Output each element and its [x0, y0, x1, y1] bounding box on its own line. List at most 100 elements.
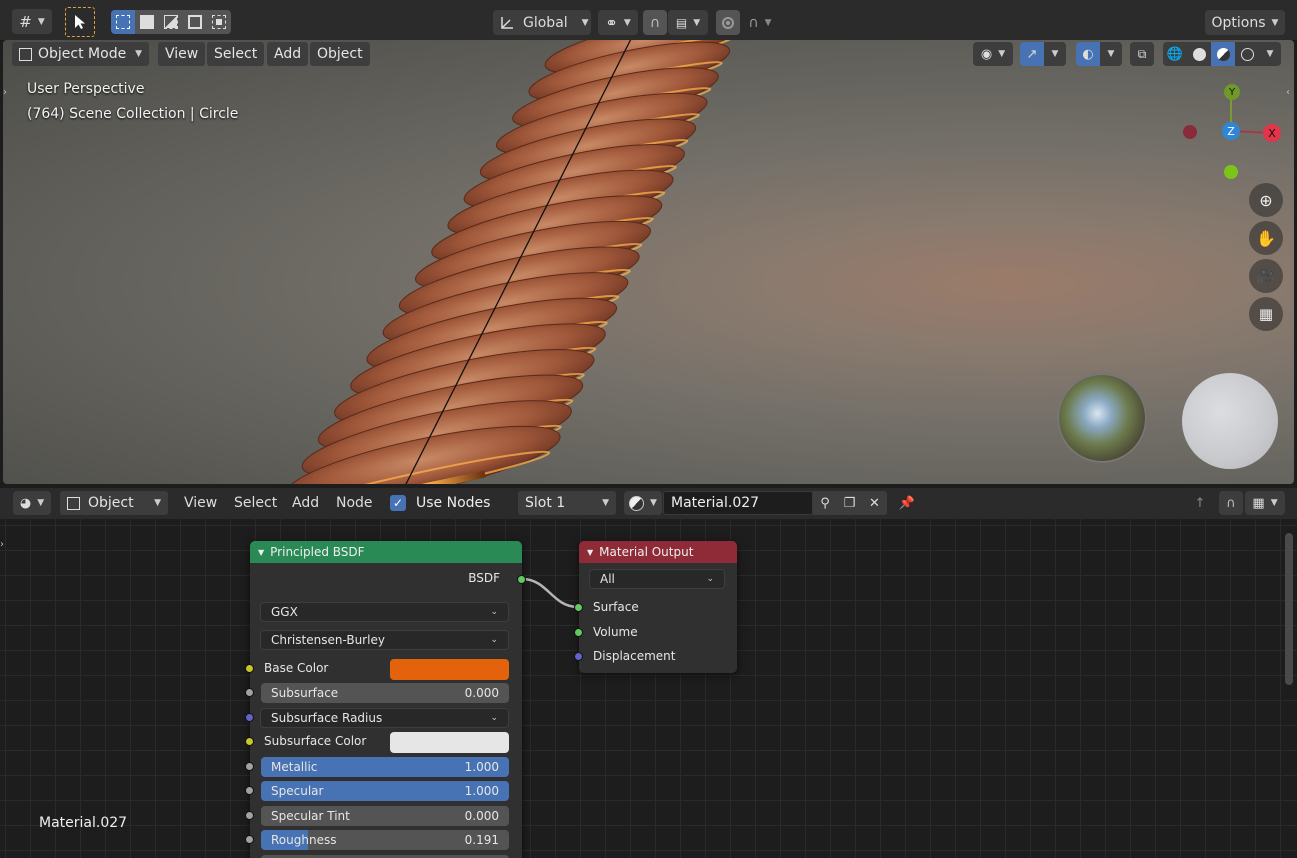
magnet-icon: ∩ [1226, 495, 1236, 511]
subsurface-radius-socket[interactable] [245, 713, 254, 722]
ortho-toggle-button[interactable]: ▦ [1249, 297, 1283, 331]
distribution-dropdown[interactable]: GGX ⌄ [260, 602, 509, 622]
bsdf-output-socket[interactable] [517, 575, 526, 584]
volume-socket[interactable] [574, 628, 583, 637]
viewport-menu-select[interactable]: Select [207, 42, 265, 66]
material-name-field[interactable]: Material.027 [663, 491, 813, 515]
base-color-label: Base Color [264, 661, 329, 675]
proportional-edit-toggle[interactable] [716, 10, 740, 35]
shading-rendered[interactable] [1235, 42, 1259, 66]
gizmo-x-axis[interactable]: X [1263, 124, 1281, 142]
surface-socket[interactable] [574, 603, 583, 612]
overlays-toggle[interactable]: ◐ [1076, 42, 1100, 66]
gizmo-dropdown[interactable]: ▼ [1044, 42, 1066, 66]
subsurface-color-socket[interactable] [245, 737, 254, 746]
output-node-header[interactable]: ▼ Material Output [579, 541, 737, 563]
subsurface-color-label: Subsurface Color [264, 734, 367, 748]
viewport-menu-add[interactable]: Add [267, 42, 309, 66]
node-canvas[interactable]: › ‹ ▼ Principled BSDF BSDF GGX⌄ Christen… [0, 519, 1297, 858]
subsurface-slider[interactable]: Subsurface 0.000 [261, 683, 509, 703]
proportional-falloff-dropdown[interactable]: ∩ ▼ [741, 10, 779, 35]
material-output-node[interactable]: ▼ Material Output All ⌄ Surface Volume Di… [574, 541, 737, 673]
select-tool-button[interactable] [65, 7, 95, 37]
node-menu-node[interactable]: Node [336, 495, 373, 511]
metallic-slider[interactable]: Metallic 1.000 [261, 757, 509, 777]
bsdf-output-label: BSDF [468, 571, 500, 585]
pin-button[interactable]: 📌 [895, 491, 919, 515]
node-menu-add[interactable]: Add [292, 495, 319, 511]
3d-viewport[interactable]: Object Mode ▼ View Select Add Object Use… [3, 40, 1294, 484]
visibility-dropdown[interactable]: ◉ ▼ [973, 42, 1013, 66]
transform-orientation-dropdown[interactable]: Global ▼ [493, 10, 591, 35]
roughness-slider[interactable]: Roughness 0.191 [261, 830, 509, 850]
shading-wireframe[interactable]: 🌐 [1163, 42, 1187, 66]
use-nodes-checkbox[interactable]: ✓ [390, 495, 406, 511]
gizmo-toggle[interactable]: ↗ [1020, 42, 1044, 66]
fake-user-button[interactable]: ⚲ [813, 491, 837, 515]
base-color-socket[interactable] [245, 664, 254, 673]
bsdf-node-title: Principled BSDF [270, 545, 365, 559]
shading-dropdown[interactable]: ▼ [1259, 42, 1281, 66]
slot-dropdown[interactable]: Slot 1 ▼ [518, 491, 616, 515]
subsurface-method-dropdown[interactable]: Christensen-Burley ⌄ [260, 630, 509, 650]
gizmo-z-label: Z [1227, 124, 1235, 138]
gizmo-neg-y-axis[interactable] [1224, 165, 1238, 179]
node-menu-view[interactable]: View [184, 495, 217, 511]
output-target-dropdown[interactable]: All ⌄ [589, 569, 725, 589]
shading-solid[interactable] [1187, 42, 1211, 66]
select-invert-button[interactable] [183, 10, 207, 34]
node-snap-toggle[interactable]: ∩ [1219, 491, 1243, 515]
options-dropdown[interactable]: Options ▼ [1205, 10, 1285, 35]
object-mode-dropdown[interactable]: Object Mode ▼ [12, 42, 149, 66]
specular-socket[interactable] [245, 786, 254, 795]
unlink-material-button[interactable]: ✕ [862, 491, 887, 515]
specular-tint-slider[interactable]: Specular Tint 0.000 [261, 806, 509, 826]
output-node-title: Material Output [599, 545, 694, 559]
pan-button[interactable]: ✋ [1249, 221, 1283, 255]
toolbar-expand-icon[interactable]: › [3, 87, 7, 98]
subsurface-color-swatch[interactable] [390, 732, 509, 753]
zoom-button[interactable]: ⊕ [1249, 183, 1283, 217]
falloff-curve-icon: ∩ [748, 14, 759, 31]
specular-value: 1.000 [464, 784, 499, 798]
select-new-button[interactable] [111, 10, 135, 34]
editor-type-button[interactable]: # ▼ [12, 9, 52, 34]
node-menu-select[interactable]: Select [234, 495, 277, 511]
node-snap-dropdown[interactable]: ▦ ▼ [1245, 491, 1285, 515]
viewport-menu-object[interactable]: Object [310, 42, 370, 66]
select-intersect-button[interactable] [207, 10, 231, 34]
subsurface-radius-dropdown[interactable]: Subsurface Radius ⌄ [260, 708, 509, 728]
xray-toggle[interactable]: ⧉ [1130, 42, 1154, 66]
overlays-dropdown[interactable]: ▼ [1100, 42, 1122, 66]
base-color-swatch[interactable] [390, 659, 509, 680]
bsdf-node-header[interactable]: ▼ Principled BSDF [250, 541, 522, 563]
pivot-point-dropdown[interactable]: ⚭ ▼ [598, 10, 638, 35]
displacement-socket[interactable] [574, 652, 583, 661]
roughness-label: Roughness [271, 833, 337, 847]
snap-toggle[interactable]: ∩ [643, 10, 667, 35]
gizmo-y-axis[interactable]: Y [1224, 84, 1240, 100]
node-editor-type-button[interactable]: ◕ ▼ [13, 491, 51, 515]
overlay-circles-icon: ◐ [1082, 46, 1094, 62]
parent-node-tree-button[interactable]: ↑ [1188, 491, 1212, 515]
metallic-socket[interactable] [245, 762, 254, 771]
camera-view-button[interactable]: 🎥 [1249, 259, 1283, 293]
select-extend-button[interactable] [135, 10, 159, 34]
snap-target-dropdown[interactable]: ▤ ▼ [668, 10, 708, 35]
gizmo-arrow-icon: ↗ [1026, 46, 1038, 62]
close-icon: ✕ [869, 495, 880, 511]
duplicate-material-button[interactable]: ❐ [837, 491, 862, 515]
select-invert-icon [188, 15, 202, 29]
browse-material-button[interactable]: ▼ [624, 491, 662, 515]
viewport-menu-view[interactable]: View [158, 42, 206, 66]
select-subtract-button[interactable] [159, 10, 183, 34]
gizmo-z-axis[interactable]: Z [1222, 122, 1240, 140]
specular-tint-socket[interactable] [245, 811, 254, 820]
gizmo-neg-x-axis[interactable] [1183, 125, 1197, 139]
specular-slider[interactable]: Specular 1.000 [261, 781, 509, 801]
principled-bsdf-node[interactable]: ▼ Principled BSDF BSDF GGX ⌄ Christensen-… [245, 541, 526, 858]
subsurface-socket[interactable] [245, 688, 254, 697]
roughness-socket[interactable] [245, 835, 254, 844]
shader-type-dropdown[interactable]: Object ▼ [60, 491, 168, 515]
shading-material[interactable] [1211, 42, 1235, 66]
